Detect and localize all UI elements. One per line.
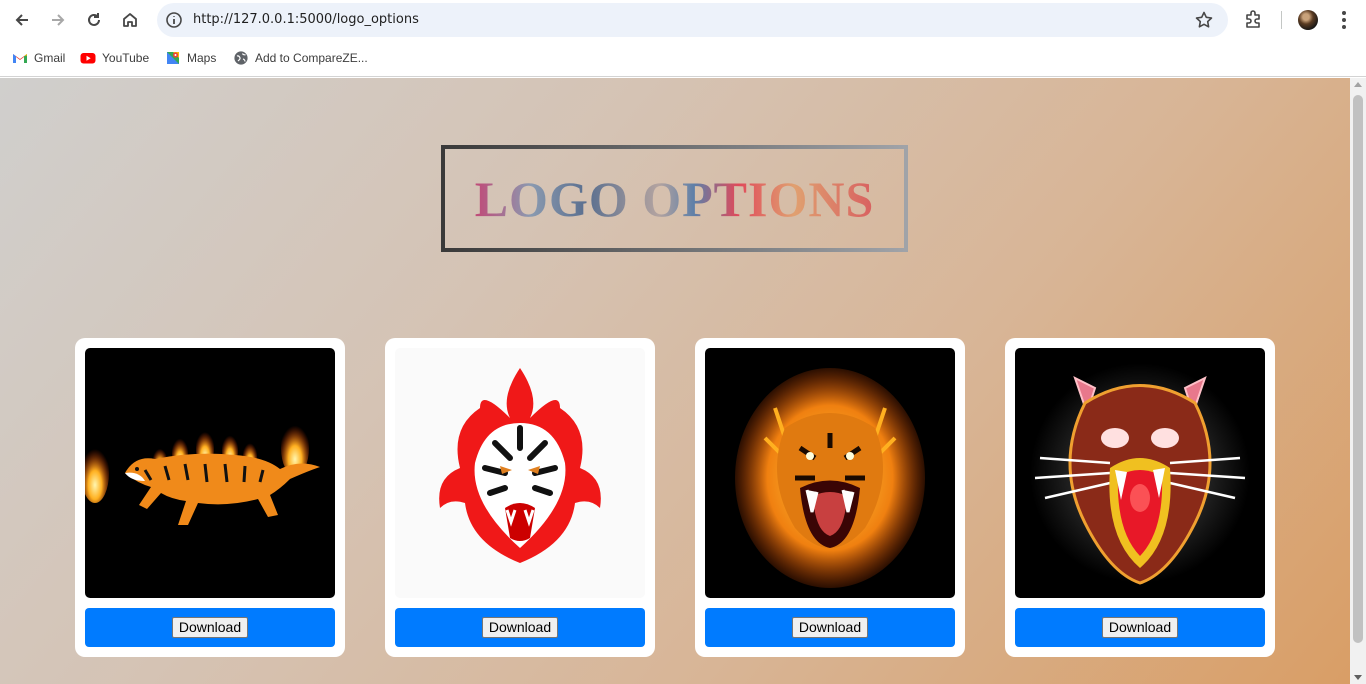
neon-tiger-face-logo xyxy=(1015,348,1265,598)
download-bar: Download xyxy=(1015,608,1265,647)
page-title-frame: LOGO OPTIONS xyxy=(441,145,908,252)
page-title: LOGO OPTIONS xyxy=(474,170,875,227)
home-icon[interactable] xyxy=(116,6,144,34)
back-icon[interactable] xyxy=(8,6,36,34)
page-content: LOGO OPTIONS Download Download Download … xyxy=(0,78,1350,684)
browser-toolbar: http://127.0.0.1:5000/logo_options xyxy=(0,0,1366,40)
browser-menu-icon[interactable] xyxy=(1334,8,1354,32)
bookmark-label: Maps xyxy=(187,51,217,65)
gmail-icon xyxy=(13,54,27,63)
bookmark-label: Gmail xyxy=(34,51,66,65)
bookmark-gmail[interactable]: Gmail xyxy=(12,49,65,67)
download-button[interactable]: Download xyxy=(481,617,559,638)
page-scrollbar[interactable] xyxy=(1350,78,1366,684)
address-bar[interactable]: http://127.0.0.1:5000/logo_options xyxy=(157,3,1228,37)
bookmark-comparezee[interactable]: Add to CompareZE... xyxy=(233,49,368,67)
bookmark-maps[interactable]: Maps xyxy=(165,49,216,67)
maps-icon xyxy=(167,52,179,64)
site-info-icon[interactable] xyxy=(165,11,183,29)
download-button[interactable]: Download xyxy=(791,617,869,638)
running-flaming-tiger-logo xyxy=(85,348,335,598)
extensions-icon[interactable] xyxy=(1243,8,1265,30)
forward-icon[interactable] xyxy=(44,6,72,34)
logo-card: Download xyxy=(75,338,345,657)
tiger-face-red-flames-logo xyxy=(395,348,645,598)
url-text[interactable]: http://127.0.0.1:5000/logo_options xyxy=(193,12,419,27)
logo-card: Download xyxy=(1005,338,1275,657)
scroll-up-arrow-icon[interactable] xyxy=(1354,82,1362,87)
globe-icon xyxy=(234,51,248,65)
logo-card: Download xyxy=(695,338,965,657)
reload-icon[interactable] xyxy=(80,6,108,34)
toolbar-divider xyxy=(1281,11,1282,29)
download-button[interactable]: Download xyxy=(1101,617,1179,638)
download-bar: Download xyxy=(705,608,955,647)
scroll-thumb[interactable] xyxy=(1353,95,1363,643)
bookmarks-bar: Gmail YouTube Maps Add to CompareZE... xyxy=(0,40,1366,77)
logo-card: Download xyxy=(385,338,655,657)
profile-avatar[interactable] xyxy=(1298,10,1318,30)
download-bar: Download xyxy=(85,608,335,647)
bookmark-youtube[interactable]: YouTube xyxy=(80,49,149,67)
bookmark-star-icon[interactable] xyxy=(1194,10,1214,30)
bookmark-label: Add to CompareZE... xyxy=(255,51,368,65)
bookmark-label: YouTube xyxy=(102,51,150,65)
download-bar: Download xyxy=(395,608,645,647)
scroll-down-arrow-icon[interactable] xyxy=(1354,675,1362,680)
download-button[interactable]: Download xyxy=(171,617,249,638)
roaring-tiger-fire-logo xyxy=(705,348,955,598)
youtube-icon xyxy=(80,53,96,64)
